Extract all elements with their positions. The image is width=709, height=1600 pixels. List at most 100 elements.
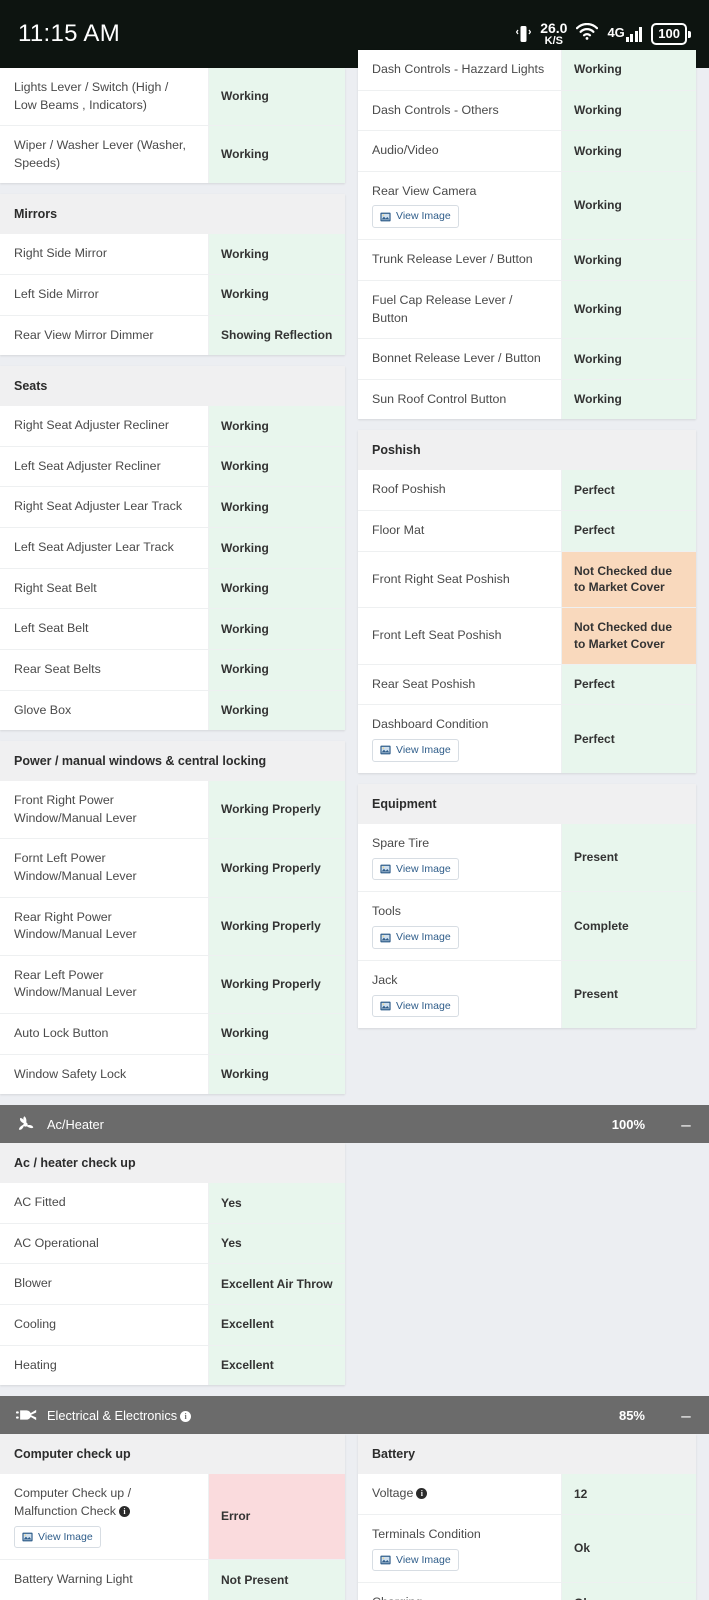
row-value-cell: Ok — [562, 1583, 696, 1600]
row-value-text: Working — [574, 143, 622, 158]
row-value-cell: Not Checked due to Market Cover — [562, 608, 696, 664]
controls-rows: Lights Lever / Switch (High / Low Beams … — [0, 68, 345, 184]
row-label-text: Roof Poshish — [372, 482, 446, 497]
section-title-electrical-text: Electrical & Electronics — [47, 1407, 178, 1423]
row-label-text: Jack — [372, 972, 398, 987]
row-label-cell: Left Seat Adjuster Lear Track — [0, 528, 209, 568]
row-value-text: Working — [574, 62, 622, 77]
info-icon[interactable]: i — [180, 1410, 192, 1422]
info-icon[interactable]: i — [118, 1505, 130, 1517]
row-value-cell: Excellent — [209, 1345, 345, 1386]
row-value-text: Working — [221, 499, 269, 514]
row-label-text: Lights Lever / Switch (High / Low Beams … — [14, 80, 169, 112]
fan-icon — [16, 1115, 38, 1134]
row-value-text: Working — [221, 581, 269, 596]
row-value-text: Complete — [574, 918, 629, 933]
row-value-text: Working — [574, 351, 622, 366]
computer-checkup-card: Computer check up Computer Check up / Ma… — [0, 1434, 345, 1600]
group-title-seats: Seats — [0, 366, 345, 407]
row-label-text: Front Left Seat Poshish — [372, 628, 502, 643]
image-icon — [22, 1532, 33, 1542]
seats-rows: Right Seat Adjuster Recliner Working Left … — [0, 406, 345, 731]
row-label-text: Rear Seat Belts — [14, 661, 101, 676]
group-title-mirrors: Mirrors — [0, 194, 345, 235]
row-label-cell: Sun Roof Control Button — [358, 379, 562, 420]
row-value-cell: Working Properly — [209, 955, 345, 1014]
view-image-label: View Image — [396, 210, 451, 223]
table-row: Left Side Mirror Working — [0, 275, 345, 316]
inspection-report-page: Lights Lever / Switch (High / Low Beams … — [0, 50, 709, 1600]
row-value-cell: Working — [562, 240, 696, 280]
status-bar-tray: 26.0 K/S 4G 100 — [516, 21, 691, 47]
row-label-cell: Computer Check up / Malfunction Check i Vi… — [0, 1474, 209, 1560]
table-row: Rear Left Power Window/Manual Lever Worki… — [0, 955, 345, 1015]
table-row: Right Seat Belt Working — [0, 568, 345, 610]
row-label-text: Left Seat Adjuster Lear Track — [14, 540, 174, 555]
row-label-text: Terminals Condition — [372, 1526, 481, 1541]
row-label-text: Rear View Camera — [372, 183, 477, 198]
row-value-cell: Working — [209, 528, 345, 568]
collapse-toggle-electrical[interactable]: – — [679, 1407, 693, 1424]
row-label-text: Floor Mat — [372, 523, 425, 537]
signal-bars — [625, 27, 643, 42]
row-value-text: Working Properly — [221, 977, 321, 991]
row-value-text: Working — [221, 287, 269, 302]
row-value-cell: Yes — [209, 1183, 345, 1223]
row-label-text: Blower — [14, 1276, 52, 1291]
row-label-cell: Window Safety Lock — [0, 1054, 209, 1095]
row-label-cell: Floor Mat — [358, 511, 562, 551]
row-value-text: Perfect — [574, 523, 615, 538]
view-image-button[interactable]: View Image — [14, 1525, 101, 1549]
row-label-text: Front Right Power Window/Manual Lever — [14, 793, 137, 825]
battery-card: Battery Voltage i 12 Terminals Condition Vie… — [358, 1434, 696, 1600]
row-value-text: Working Properly — [221, 802, 321, 817]
view-image-button[interactable]: View Image — [372, 739, 459, 762]
electrical-columns: Computer check up Computer Check up / Ma… — [0, 1434, 709, 1600]
row-value-cell: Working — [209, 275, 345, 315]
computer-checkup-rows: Computer Check up / Malfunction Check i Vi… — [0, 1474, 345, 1600]
row-label-text: Left Seat Adjuster Recliner — [14, 458, 161, 473]
row-label-text: Right Seat Belt — [14, 580, 97, 595]
view-image-button[interactable]: View Image — [372, 994, 459, 1018]
row-value-cell: Working — [209, 1054, 345, 1095]
row-value-cell: Working — [209, 1014, 345, 1054]
table-row: Rear View Camera View Image Working — [358, 171, 696, 241]
view-image-label: View Image — [396, 999, 451, 1012]
table-row: Right Side Mirror Working — [0, 234, 345, 276]
view-image-button[interactable]: View Image — [372, 205, 459, 229]
section-header-electrical[interactable]: Electrical & Electronics i 85% – — [0, 1396, 709, 1435]
table-row: Jack View Image Present — [358, 960, 696, 1029]
row-value-text: Perfect — [574, 677, 615, 692]
ac-checkup-rows: AC Fitted Yes AC Operational Yes Blower Excel… — [0, 1183, 345, 1386]
table-row: Computer Check up / Malfunction Check i Vi… — [0, 1474, 345, 1561]
view-image-button[interactable]: View Image — [372, 1548, 459, 1572]
row-label-cell: Lights Lever / Switch (High / Low Beams … — [0, 68, 209, 126]
info-icon[interactable]: i — [416, 1488, 428, 1500]
row-value-text: Working — [221, 89, 269, 104]
poshish-rows: Roof Poshish Perfect Floor Mat Perfect Front… — [358, 470, 696, 773]
collapse-toggle-ac-heater[interactable]: – — [679, 1116, 693, 1133]
table-row: Front Right Power Window/Manual Lever Wor… — [0, 781, 345, 840]
row-label-text: Front Right Seat Poshish — [372, 571, 510, 586]
row-label-text: Rear Left Power Window/Manual Lever — [14, 967, 137, 1000]
row-value-cell: Not Checked due to Market Cover — [562, 551, 696, 608]
row-value-text: Working — [221, 662, 269, 677]
view-image-button[interactable]: View Image — [372, 926, 459, 949]
table-row: Cooling Excellent — [0, 1305, 345, 1346]
row-value-cell: Complete — [562, 892, 696, 960]
row-label-text: Window Safety Lock — [14, 1066, 127, 1081]
table-row: Right Seat Adjuster Lear Track Working — [0, 487, 345, 529]
row-value-text: Working — [221, 147, 269, 162]
row-value-text: Working — [574, 103, 622, 118]
section-header-ac-heater[interactable]: Ac/Heater 100% – — [0, 1105, 709, 1144]
mirrors-rows: Right Side Mirror Working Left Side Mirror… — [0, 234, 345, 356]
plug-icon — [16, 1407, 38, 1423]
view-image-button[interactable]: View Image — [372, 857, 459, 881]
row-label-text: Fornt Left Power Window/Manual Lever — [14, 851, 137, 883]
row-label-text: Charging — [372, 1594, 547, 1600]
row-value-cell: Working — [209, 649, 345, 690]
row-value-cell: Present — [562, 960, 696, 1029]
row-label-text: Bonnet Release Lever / Button — [372, 351, 541, 366]
row-label-text: Computer Check up / Malfunction Check i — [14, 1486, 132, 1518]
section-title-ac-heater: Ac/Heater — [47, 1116, 104, 1132]
